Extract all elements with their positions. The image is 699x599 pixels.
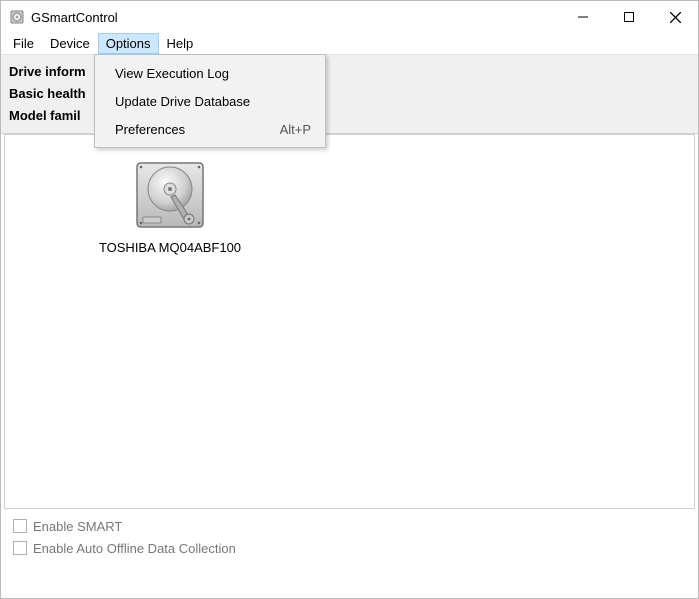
enable-auto-offline-checkbox[interactable]: Enable Auto Offline Data Collection — [13, 537, 686, 559]
maximize-button[interactable] — [606, 1, 652, 33]
enable-auto-offline-label: Enable Auto Offline Data Collection — [33, 541, 236, 556]
bottom-panel: Enable SMART Enable Auto Offline Data Co… — [1, 509, 698, 565]
checkbox-icon — [13, 519, 27, 533]
enable-smart-label: Enable SMART — [33, 519, 122, 534]
window-title: GSmartControl — [31, 10, 118, 25]
menu-help[interactable]: Help — [159, 33, 202, 54]
menu-item-view-execution-log[interactable]: View Execution Log — [95, 59, 325, 87]
app-icon — [9, 9, 25, 25]
minimize-button[interactable] — [560, 1, 606, 33]
drive-label: TOSHIBA MQ04ABF100 — [90, 240, 250, 255]
menu-item-update-drive-database[interactable]: Update Drive Database — [95, 87, 325, 115]
options-dropdown: View Execution Log Update Drive Database… — [94, 54, 326, 148]
close-button[interactable] — [652, 1, 698, 33]
drive-list: TOSHIBA MQ04ABF100 — [4, 134, 695, 509]
menu-device[interactable]: Device — [42, 33, 98, 54]
drive-item[interactable]: TOSHIBA MQ04ABF100 — [90, 155, 250, 255]
menu-item-preferences[interactable]: Preferences Alt+P — [95, 115, 325, 143]
menubar: File Device Options Help — [1, 33, 698, 55]
checkbox-icon — [13, 541, 27, 555]
enable-smart-checkbox[interactable]: Enable SMART — [13, 515, 686, 537]
titlebar: GSmartControl — [1, 1, 698, 33]
menu-options[interactable]: Options — [98, 33, 159, 54]
hard-disk-icon — [90, 155, 250, 234]
menu-file[interactable]: File — [5, 33, 42, 54]
